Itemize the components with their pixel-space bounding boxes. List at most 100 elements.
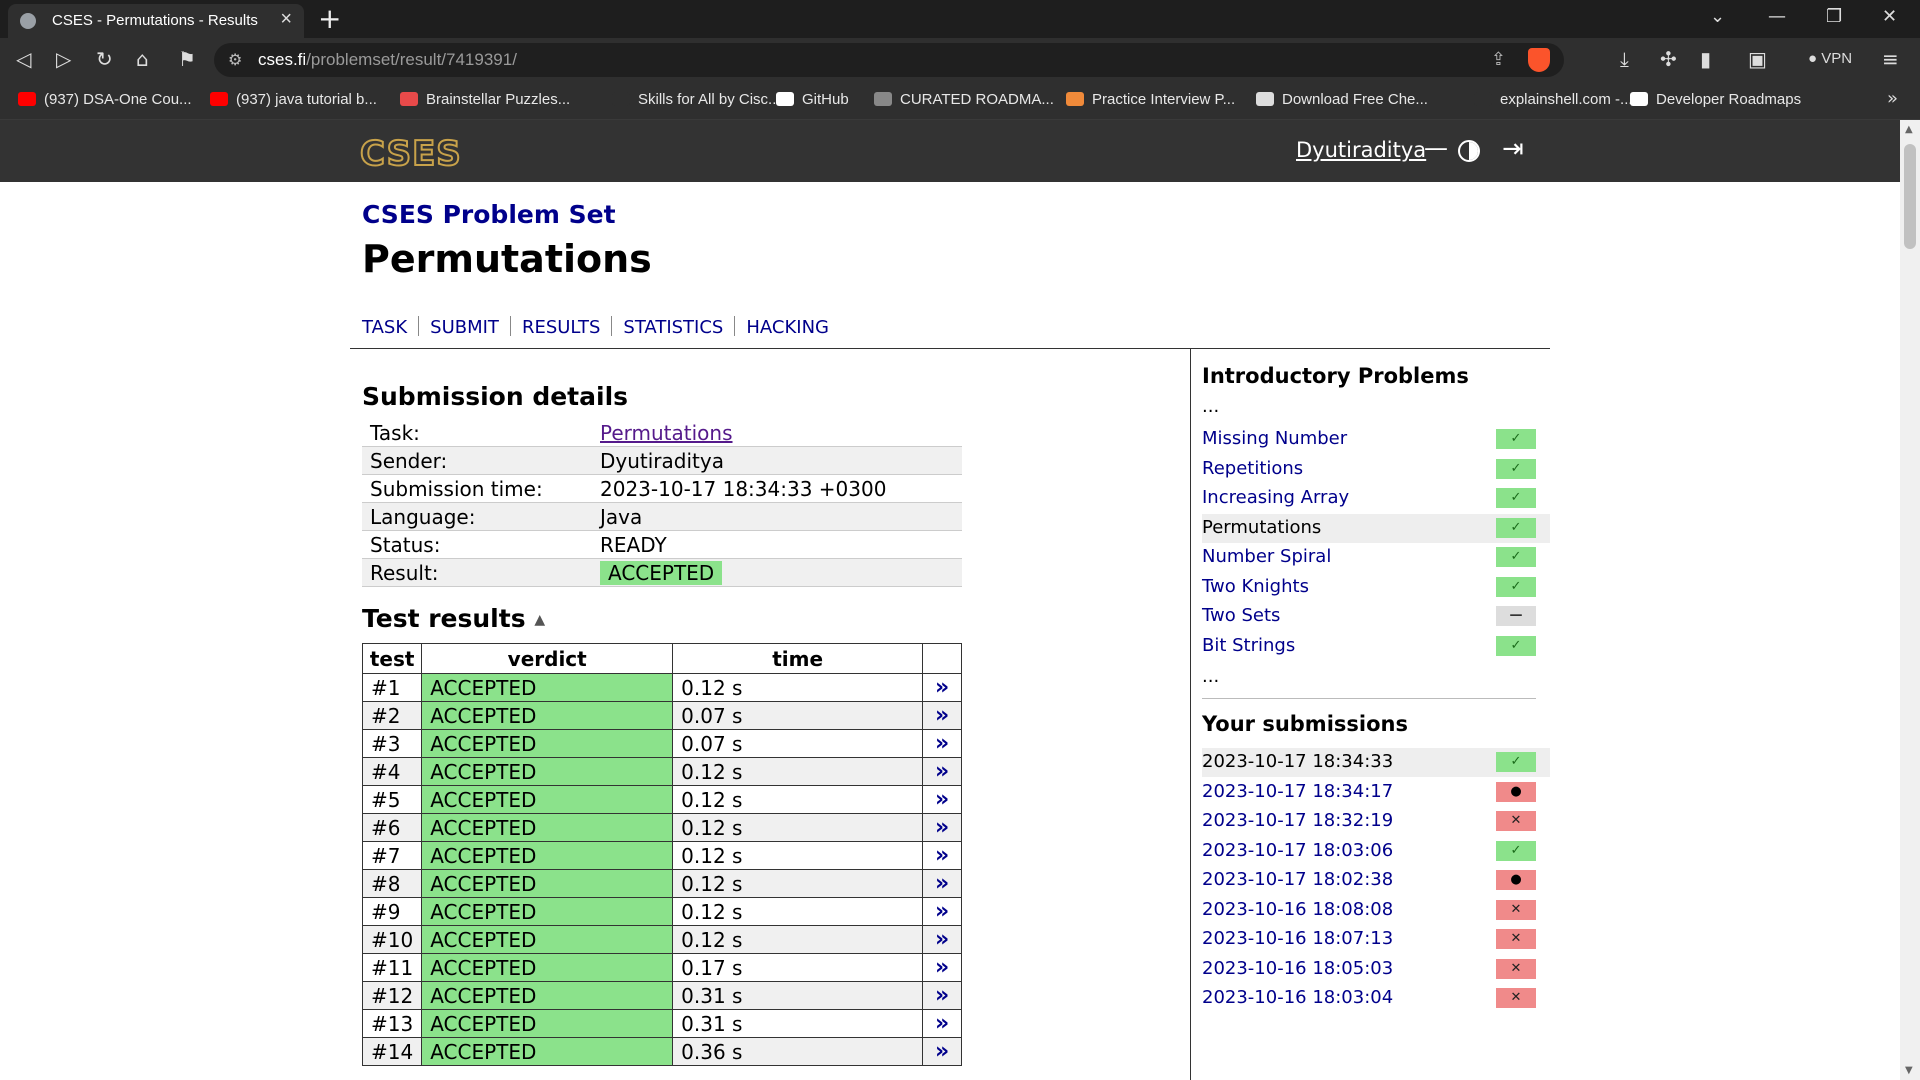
problem-item[interactable]: Repetitions ✓: [1202, 455, 1550, 484]
submission-item[interactable]: 2023-10-16 18:05:03 ✕: [1202, 955, 1550, 984]
bookmark-item[interactable]: Download Free Che...: [1256, 91, 1428, 108]
bookmark-item[interactable]: (937) DSA-One Cou...: [18, 91, 192, 108]
restore-button[interactable]: ❐: [1826, 6, 1842, 27]
test-detail-link-icon[interactable]: »: [922, 841, 962, 870]
test-detail-link-icon[interactable]: »: [922, 953, 962, 982]
home-icon[interactable]: ⌂: [136, 47, 149, 71]
problem-item[interactable]: Two Knights ✓: [1202, 573, 1550, 602]
cses-logo[interactable]: CSES: [359, 133, 462, 175]
username-link[interactable]: Dyutiraditya: [1296, 138, 1426, 162]
tab-results[interactable]: RESULTS: [522, 317, 600, 338]
problem-item[interactable]: Bit Strings ✓: [1202, 632, 1550, 661]
collapse-caret-icon[interactable]: ▲: [534, 612, 545, 628]
test-detail-link-icon[interactable]: »: [922, 925, 962, 954]
test-detail-link-icon[interactable]: »: [922, 897, 962, 926]
column-header-test: test: [361, 643, 423, 674]
reload-icon[interactable]: ↻: [96, 47, 113, 71]
forward-icon[interactable]: ▷: [56, 47, 71, 71]
vpn-button[interactable]: ● VPN: [1808, 50, 1852, 67]
submission-item[interactable]: 2023-10-17 18:02:38 ●: [1202, 866, 1550, 895]
bookmark-item[interactable]: (937) java tutorial b...: [210, 91, 377, 108]
submission-item-label[interactable]: 2023-10-17 18:02:38: [1202, 869, 1393, 890]
bookmark-item[interactable]: CURATED ROADMA...: [874, 91, 1054, 108]
submission-item-label[interactable]: 2023-10-16 18:03:04: [1202, 987, 1393, 1008]
address-bar[interactable]: ⚙ cses.fi/problemset/result/7419391/ ⇪: [214, 43, 1564, 77]
close-window-button[interactable]: ✕: [1882, 6, 1897, 27]
problem-item-label[interactable]: Bit Strings: [1202, 635, 1295, 656]
logout-icon[interactable]: ⇥: [1502, 134, 1524, 164]
tab-task[interactable]: TASK: [362, 317, 407, 338]
new-tab-button[interactable]: +: [318, 2, 341, 35]
submission-item-label[interactable]: 2023-10-16 18:08:08: [1202, 899, 1393, 920]
bookmark-item[interactable]: Brainstellar Puzzles...: [400, 91, 570, 108]
back-icon[interactable]: ◁: [16, 47, 31, 71]
submission-item[interactable]: 2023-10-17 18:34:17 ●: [1202, 778, 1550, 807]
tab-submit[interactable]: SUBMIT: [430, 317, 499, 338]
problem-item-label[interactable]: Two Knights: [1202, 576, 1309, 597]
test-number-cell: #9: [361, 897, 423, 926]
test-detail-link-icon[interactable]: »: [922, 813, 962, 842]
extensions-icon[interactable]: ✣: [1660, 47, 1677, 71]
submission-item[interactable]: 2023-10-17 18:32:19 ✕: [1202, 807, 1550, 836]
scrollbar-thumb[interactable]: [1904, 144, 1916, 249]
submission-item[interactable]: 2023-10-16 18:07:13 ✕: [1202, 925, 1550, 954]
more-bookmarks-icon[interactable]: »: [1887, 88, 1898, 109]
download-icon[interactable]: ⤓: [1620, 47, 1629, 71]
problem-item-label[interactable]: Number Spiral: [1202, 546, 1331, 567]
bookmark-icon[interactable]: ⚑: [178, 47, 196, 71]
page-scrollbar[interactable]: ▲ ▼: [1900, 120, 1920, 1080]
submission-item-label[interactable]: 2023-10-17 18:34:17: [1202, 781, 1393, 802]
test-detail-link-icon[interactable]: »: [922, 785, 962, 814]
submission-item-label[interactable]: 2023-10-16 18:07:13: [1202, 928, 1393, 949]
table-row: #11 ACCEPTED 0.17 s»: [361, 953, 962, 982]
brave-shields-icon[interactable]: [1528, 48, 1550, 72]
problem-item[interactable]: Missing Number ✓: [1202, 425, 1550, 454]
active-tab[interactable]: CSES - Permutations - Results ×: [8, 4, 304, 38]
submission-item[interactable]: 2023-10-17 18:34:33 ✓: [1202, 748, 1550, 777]
submission-item[interactable]: 2023-10-17 18:03:06 ✓: [1202, 837, 1550, 866]
problem-item-label[interactable]: Increasing Array: [1202, 487, 1349, 508]
table-row: #5 ACCEPTED 0.12 s»: [361, 785, 962, 814]
menu-icon[interactable]: ≡: [1882, 47, 1899, 71]
test-detail-link-icon[interactable]: »: [922, 1037, 962, 1066]
problem-item-label[interactable]: Repetitions: [1202, 458, 1303, 479]
submission-item-label[interactable]: 2023-10-17 18:32:19: [1202, 810, 1393, 831]
bookmark-item[interactable]: Developer Roadmaps: [1630, 91, 1801, 108]
submission-item[interactable]: 2023-10-16 18:08:08 ✕: [1202, 896, 1550, 925]
submission-item-label[interactable]: 2023-10-16 18:05:03: [1202, 958, 1393, 979]
tab-search-chevron-icon[interactable]: ⌄: [1710, 6, 1725, 27]
status-ok-icon: ✓: [1496, 458, 1536, 479]
breadcrumb[interactable]: CSES Problem Set: [362, 200, 616, 229]
problem-item-label[interactable]: Missing Number: [1202, 428, 1347, 449]
bookmark-item[interactable]: Practice Interview P...: [1066, 91, 1235, 108]
close-tab-icon[interactable]: ×: [280, 8, 292, 31]
test-detail-link-icon[interactable]: »: [922, 701, 962, 730]
test-detail-link-icon[interactable]: »: [922, 673, 962, 702]
minimize-button[interactable]: —: [1768, 6, 1786, 27]
test-detail-link-icon[interactable]: »: [922, 869, 962, 898]
bookmark-item[interactable]: GitHub: [776, 91, 849, 108]
tab-hacking[interactable]: HACKING: [746, 317, 829, 338]
bookmark-item[interactable]: Skills for All by Cisc...: [612, 91, 781, 108]
site-info-icon[interactable]: ⚙: [228, 50, 242, 69]
problem-item[interactable]: Permutations ✓: [1202, 513, 1550, 543]
problem-item[interactable]: Two Sets —: [1202, 602, 1550, 631]
test-detail-link-icon[interactable]: »: [922, 729, 962, 758]
problem-item[interactable]: Number Spiral ✓: [1202, 543, 1550, 572]
wallet-icon[interactable]: ▣: [1748, 47, 1767, 71]
scroll-up-icon[interactable]: ▲: [1905, 124, 1913, 135]
problem-item[interactable]: Increasing Array ✓: [1202, 484, 1550, 513]
submission-item[interactable]: 2023-10-16 18:03:04 ✕: [1202, 984, 1550, 1013]
tab-statistics[interactable]: STATISTICS: [623, 317, 723, 338]
sidebar-icon[interactable]: ▮: [1700, 47, 1711, 71]
problem-item-label[interactable]: Two Sets: [1202, 605, 1280, 626]
test-detail-link-icon[interactable]: »: [922, 1009, 962, 1038]
bookmark-item[interactable]: explainshell.com -...: [1474, 91, 1633, 108]
theme-toggle-icon[interactable]: [1458, 140, 1480, 162]
test-detail-link-icon[interactable]: »: [922, 981, 962, 1010]
scroll-down-icon[interactable]: ▼: [1905, 1065, 1913, 1076]
test-detail-link-icon[interactable]: »: [922, 757, 962, 786]
share-icon[interactable]: ⇪: [1491, 49, 1506, 70]
task-link[interactable]: Permutations: [600, 421, 733, 445]
submission-item-label[interactable]: 2023-10-17 18:03:06: [1202, 840, 1393, 861]
